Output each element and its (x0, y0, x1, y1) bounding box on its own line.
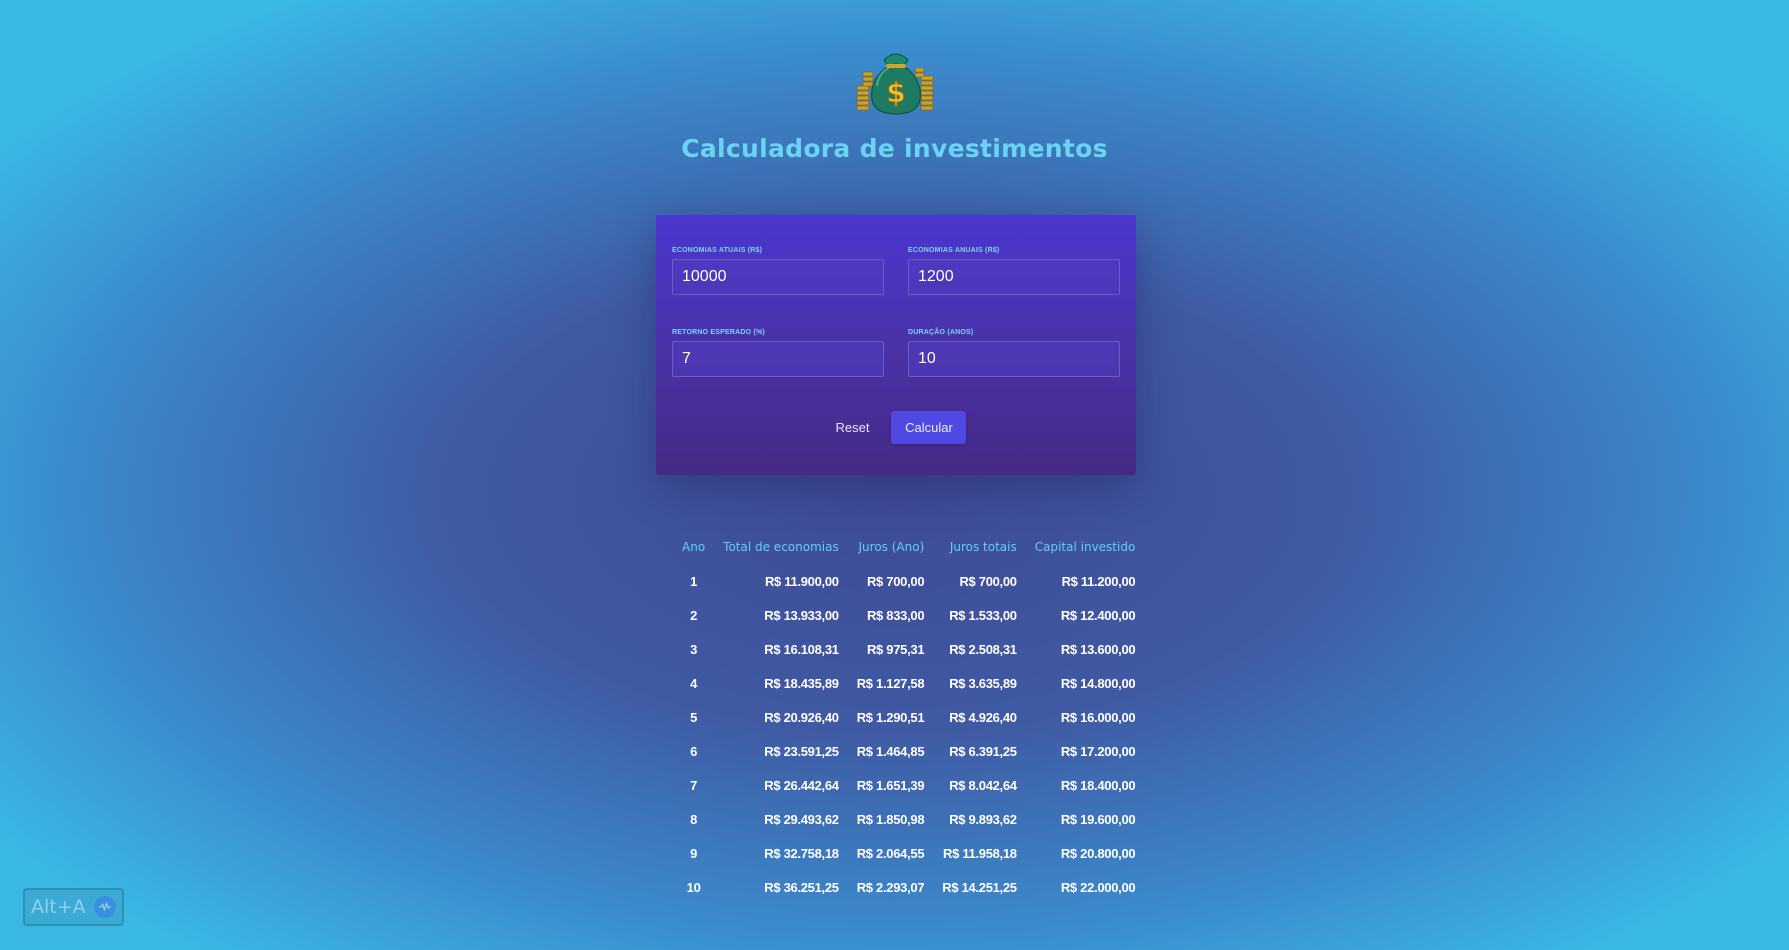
table-header-row: Ano Total de economias Juros (Ano) Juros… (673, 530, 1144, 564)
cell-total-interest: R$ 8.042,64 (949, 777, 1017, 793)
cell-interest-year: R$ 2.293,07 (856, 879, 925, 895)
table-row: 2 R$ 13.933,00 R$ 833,00 R$ 1.533,00 R$ … (673, 598, 1144, 632)
cell-invested-capital: R$ 16.000,00 (1060, 709, 1136, 725)
cell-total-savings: R$ 16.108,31 (764, 641, 839, 657)
cell-invested-capital: R$ 14.800,00 (1060, 675, 1136, 691)
cell-total-savings: R$ 29.493,62 (764, 811, 839, 827)
current-savings-field: ECONOMIAS ATUAIS (R$) (672, 247, 884, 295)
table-row: 3 R$ 16.108,31 R$ 975,31 R$ 2.508,31 R$ … (673, 632, 1144, 666)
table-row: 5 R$ 20.926,40 R$ 1.290,51 R$ 4.926,40 R… (673, 700, 1144, 734)
cell-total-savings: R$ 36.251,25 (764, 879, 839, 895)
cell-invested-capital: R$ 17.200,00 (1060, 743, 1136, 759)
table-row: 9 R$ 32.758,18 R$ 2.064,55 R$ 11.958,18 … (673, 836, 1144, 870)
cell-year: 4 (690, 675, 698, 691)
cell-total-savings: R$ 20.926,40 (764, 709, 839, 725)
cell-total-interest: R$ 14.251,25 (942, 879, 1017, 895)
column-header-invested-capital: Capital investido (1034, 540, 1136, 554)
expected-return-field: RETORNO ESPERADO (%) (672, 329, 884, 377)
cell-invested-capital: R$ 22.000,00 (1060, 879, 1136, 895)
assistant-shortcut-button[interactable]: Alt+A (23, 888, 124, 926)
cell-total-savings: R$ 18.435,89 (764, 675, 839, 691)
duration-field: DURAÇÃO (ANOS) (908, 329, 1120, 377)
cell-interest-year: R$ 1.651,39 (856, 777, 925, 793)
cell-year: 8 (690, 811, 698, 827)
column-header-total-savings: Total de economias (723, 540, 839, 554)
cell-total-savings: R$ 11.900,00 (764, 573, 839, 589)
cell-interest-year: R$ 1.850,98 (856, 811, 925, 827)
expected-return-label: RETORNO ESPERADO (%) (672, 329, 765, 336)
table-row: 6 R$ 23.591,25 R$ 1.464,85 R$ 6.391,25 R… (673, 734, 1144, 768)
cell-invested-capital: R$ 11.200,00 (1061, 573, 1136, 589)
duration-input[interactable] (908, 341, 1120, 377)
current-savings-label: ECONOMIAS ATUAIS (R$) (672, 247, 763, 254)
page-title: Calculadora de investimentos (681, 134, 1108, 163)
cell-total-savings: R$ 32.758,18 (764, 845, 839, 861)
assistant-icon (93, 896, 116, 918)
table-row: 10 R$ 36.251,25 R$ 2.293,07 R$ 14.251,25… (673, 870, 1144, 904)
cell-total-interest: R$ 2.508,31 (949, 641, 1017, 657)
cell-invested-capital: R$ 12.400,00 (1060, 607, 1136, 623)
table-row: 8 R$ 29.493,62 R$ 1.850,98 R$ 9.893,62 R… (673, 802, 1144, 836)
table-row: 1 R$ 11.900,00 R$ 700,00 R$ 700,00 R$ 11… (673, 564, 1144, 598)
cell-invested-capital: R$ 13.600,00 (1060, 641, 1136, 657)
cell-year: 2 (690, 607, 698, 623)
reset-button[interactable]: Reset (826, 412, 880, 443)
table-row: 7 R$ 26.442,64 R$ 1.651,39 R$ 8.042,64 R… (673, 768, 1144, 802)
yearly-savings-field: ECONOMIAS ANUAIS (R$) (908, 247, 1120, 295)
cell-invested-capital: R$ 19.600,00 (1060, 811, 1136, 827)
cell-interest-year: R$ 975,31 (866, 641, 925, 657)
cell-year: 3 (690, 641, 698, 657)
cell-invested-capital: R$ 18.400,00 (1060, 777, 1136, 793)
cell-interest-year: R$ 2.064,55 (856, 845, 925, 861)
expected-return-input[interactable] (672, 341, 884, 377)
cell-year: 9 (690, 845, 698, 861)
cell-year: 6 (690, 743, 698, 759)
results-table: Ano Total de economias Juros (Ano) Juros… (673, 530, 1144, 904)
shortcut-label: Alt+A (31, 896, 86, 918)
cell-interest-year: R$ 1.127,58 (856, 675, 925, 691)
cell-total-interest: R$ 3.635,89 (949, 675, 1017, 691)
cell-year: 7 (690, 777, 698, 793)
duration-label: DURAÇÃO (ANOS) (908, 329, 974, 336)
cell-total-interest: R$ 700,00 (959, 573, 1017, 589)
form-actions: Reset Calcular (656, 411, 1136, 444)
svg-text:$: $ (886, 76, 905, 109)
cell-invested-capital: R$ 20.800,00 (1060, 845, 1136, 861)
money-bag-icon: $ (855, 46, 937, 116)
table-row: 4 R$ 18.435,89 R$ 1.127,58 R$ 3.635,89 R… (673, 666, 1144, 700)
investment-form: ECONOMIAS ATUAIS (R$) ECONOMIAS ANUAIS (… (656, 215, 1136, 475)
column-header-total-interest: Juros totais (949, 540, 1017, 554)
cell-year: 5 (690, 709, 698, 725)
cell-interest-year: R$ 1.464,85 (856, 743, 925, 759)
cell-year: 1 (690, 573, 698, 589)
column-header-year: Ano (682, 540, 706, 554)
yearly-savings-input[interactable] (908, 259, 1120, 295)
cell-total-interest: R$ 11.958,18 (942, 845, 1017, 861)
cell-total-interest: R$ 1.533,00 (949, 607, 1017, 623)
current-savings-input[interactable] (672, 259, 884, 295)
cell-total-interest: R$ 9.893,62 (949, 811, 1017, 827)
cell-total-interest: R$ 6.391,25 (949, 743, 1017, 759)
cell-year: 10 (686, 879, 701, 895)
cell-interest-year: R$ 1.290,51 (856, 709, 925, 725)
cell-total-savings: R$ 26.442,64 (764, 777, 839, 793)
yearly-savings-label: ECONOMIAS ANUAIS (R$) (908, 247, 1000, 254)
column-header-interest-year: Juros (Ano) (858, 540, 925, 554)
cell-interest-year: R$ 833,00 (866, 607, 925, 623)
cell-total-savings: R$ 23.591,25 (764, 743, 839, 759)
cell-total-savings: R$ 13.933,00 (764, 607, 839, 623)
calculate-button[interactable]: Calcular (891, 411, 967, 444)
cell-interest-year: R$ 700,00 (866, 573, 925, 589)
cell-total-interest: R$ 4.926,40 (949, 709, 1017, 725)
